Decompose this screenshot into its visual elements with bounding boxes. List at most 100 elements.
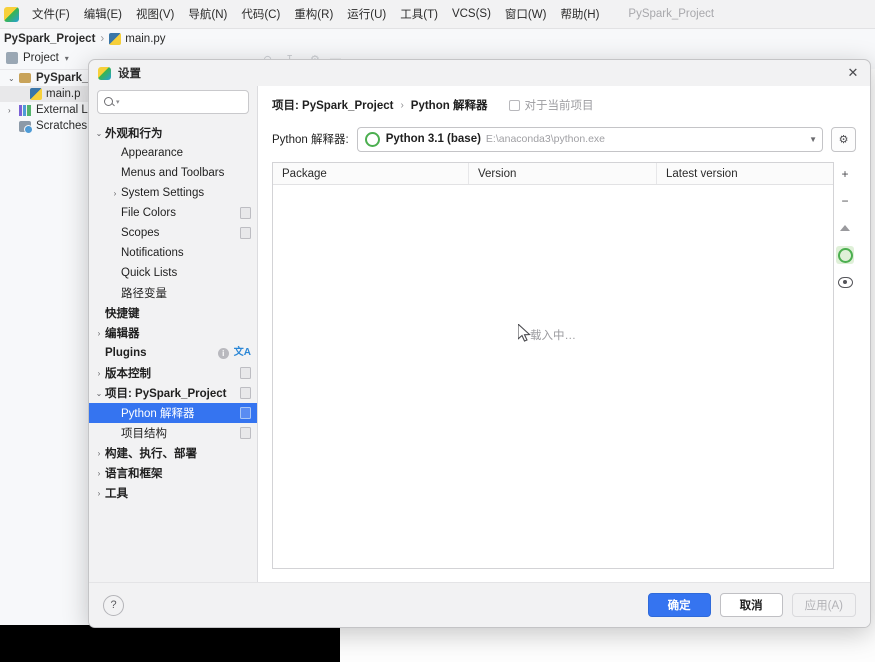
column-header-latest-version[interactable]: Latest version	[657, 163, 833, 184]
translate-icon[interactable]: 文A	[234, 348, 251, 358]
tree-item-path-variables[interactable]: 路径变量	[89, 283, 257, 303]
menu-navigate[interactable]: 导航(N)	[181, 3, 234, 25]
tree-item-label: 构建、执行、部署	[105, 448, 197, 460]
tree-item-label: 语言和框架	[105, 468, 163, 480]
tree-item-project[interactable]: ⌄ 项目: PySpark_Project	[89, 383, 257, 403]
project-tool-window-header[interactable]: Project ▾	[6, 52, 69, 64]
remove-package-button[interactable]: −	[836, 192, 854, 210]
scope-icon	[509, 99, 521, 111]
tree-item-plugins[interactable]: Plugins i 文A	[89, 343, 257, 363]
tree-item-build-execution-deployment[interactable]: › 构建、执行、部署	[89, 443, 257, 463]
cancel-button[interactable]: 取消	[719, 593, 783, 617]
tree-item-label: Notifications	[121, 247, 184, 259]
tree-item-quick-lists[interactable]: Quick Lists	[89, 263, 257, 283]
breadcrumb-separator: ›	[400, 99, 404, 111]
chevron-down-icon[interactable]: ▾	[65, 54, 69, 63]
chevron-right-icon[interactable]: ›	[93, 489, 105, 498]
breadcrumb-file[interactable]: main.py	[125, 33, 165, 45]
tree-item-python-interpreter[interactable]: Python 解释器	[89, 403, 257, 423]
tree-item-languages-and-frameworks[interactable]: › 语言和框架	[89, 463, 257, 483]
ok-button[interactable]: 确定	[647, 593, 711, 617]
tree-item-label: Scopes	[121, 227, 160, 239]
chevron-right-icon[interactable]: ›	[93, 329, 105, 338]
tree-item-trailing	[240, 227, 251, 239]
settings-search-box[interactable]: ▾	[97, 90, 249, 114]
column-header-package[interactable]: Package	[273, 163, 469, 184]
triangle-up-icon	[840, 225, 850, 231]
info-icon[interactable]: i	[217, 347, 229, 359]
install-progress-icon[interactable]	[836, 246, 854, 264]
pycharm-logo-icon	[98, 66, 111, 80]
chevron-right-icon[interactable]: ›	[93, 449, 105, 458]
menu-vcs[interactable]: VCS(S)	[445, 5, 498, 23]
tree-item-system-settings[interactable]: › System Settings	[89, 183, 257, 203]
chevron-right-icon[interactable]: ›	[93, 369, 105, 378]
menu-window[interactable]: 窗口(W)	[498, 3, 554, 25]
search-input[interactable]	[119, 95, 243, 109]
close-icon[interactable]: ✕	[842, 63, 864, 83]
loading-label: 载入中…	[530, 330, 576, 342]
add-package-button[interactable]: +	[836, 165, 854, 183]
ide-breadcrumb: PySpark_Project › main.py	[0, 29, 875, 49]
tree-item-trailing	[240, 367, 251, 379]
tree-item-appearance[interactable]: Appearance	[89, 143, 257, 163]
tree-item-label: Quick Lists	[121, 267, 178, 279]
menu-tools[interactable]: 工具(T)	[393, 3, 445, 25]
settings-content-pane: 项目: PySpark_Project › Python 解释器 对于当前项目 …	[257, 86, 870, 582]
project-icon	[6, 52, 18, 64]
tree-item-trailing	[240, 407, 251, 419]
tree-item-label: 项目: PySpark_Project	[105, 388, 227, 400]
eye-icon	[837, 276, 853, 288]
show-early-releases-button[interactable]	[836, 273, 854, 291]
tree-item-tools[interactable]: › 工具	[89, 483, 257, 503]
folder-icon	[19, 73, 31, 83]
tree-item-scopes[interactable]: Scopes	[89, 223, 257, 243]
gear-icon[interactable]: ⚙	[831, 126, 856, 152]
tree-item-keymap[interactable]: 快捷键	[89, 303, 257, 323]
tree-item-label: 路径变量	[121, 288, 167, 300]
breadcrumb-project[interactable]: PySpark_Project	[4, 33, 95, 45]
help-button[interactable]: ?	[103, 594, 124, 616]
apply-button: 应用(A)	[791, 593, 856, 617]
tree-item-label: 快捷键	[105, 308, 140, 320]
chevron-down-icon[interactable]: ⌄	[93, 389, 105, 398]
chevron-right-icon[interactable]: ›	[93, 469, 105, 478]
chevron-down-icon[interactable]: ⌄	[93, 129, 105, 138]
dialog-body: ▾ ⌄ 外观和行为 Appearance Menus and Toolbars …	[89, 86, 870, 582]
tree-item-file-colors[interactable]: File Colors	[89, 203, 257, 223]
window-title: PySpark_Project	[628, 8, 715, 20]
menu-view[interactable]: 视图(V)	[129, 3, 181, 25]
tree-item-label: 工具	[105, 488, 128, 500]
menu-code[interactable]: 代码(C)	[234, 3, 287, 25]
scratches-icon	[19, 120, 33, 134]
package-table-header: Package Version Latest version	[273, 163, 833, 185]
tree-item-version-control[interactable]: › 版本控制	[89, 363, 257, 383]
upgrade-package-button[interactable]	[836, 219, 854, 237]
menu-help[interactable]: 帮助(H)	[553, 3, 606, 25]
python-file-icon	[30, 88, 42, 100]
interpreter-row: Python 解释器: Python 3.1 (base) E:\anacond…	[272, 124, 856, 154]
tree-item-editor[interactable]: › 编辑器	[89, 323, 257, 343]
menu-run[interactable]: 运行(U)	[340, 3, 393, 25]
column-header-version[interactable]: Version	[469, 163, 657, 184]
menu-edit[interactable]: 编辑(E)	[77, 3, 129, 25]
python-file-icon	[109, 33, 122, 45]
tree-item-appearance-behavior[interactable]: ⌄ 外观和行为	[89, 123, 257, 143]
breadcrumb-separator: ›	[100, 33, 105, 45]
page-badge-icon	[240, 207, 251, 219]
chevron-down-icon[interactable]: ⌄	[8, 74, 19, 83]
search-container: ▾	[89, 86, 257, 121]
menu-refactor[interactable]: 重构(R)	[287, 3, 340, 25]
tree-item-project-structure[interactable]: 项目结构	[89, 423, 257, 443]
tree-item-notifications[interactable]: Notifications	[89, 243, 257, 263]
page-badge-icon	[240, 387, 251, 399]
menu-file[interactable]: 文件(F)	[25, 3, 77, 25]
chevron-right-icon[interactable]: ›	[109, 189, 121, 198]
interpreter-select[interactable]: Python 3.1 (base) E:\anaconda3\python.ex…	[356, 126, 823, 152]
tree-item-trailing	[240, 387, 251, 399]
tree-item-menus-and-toolbars[interactable]: Menus and Toolbars	[89, 163, 257, 183]
chevron-down-icon[interactable]: ▼	[803, 135, 817, 144]
search-icon	[103, 96, 115, 108]
chevron-right-icon[interactable]: ›	[8, 106, 19, 115]
page-badge-icon	[240, 227, 251, 239]
